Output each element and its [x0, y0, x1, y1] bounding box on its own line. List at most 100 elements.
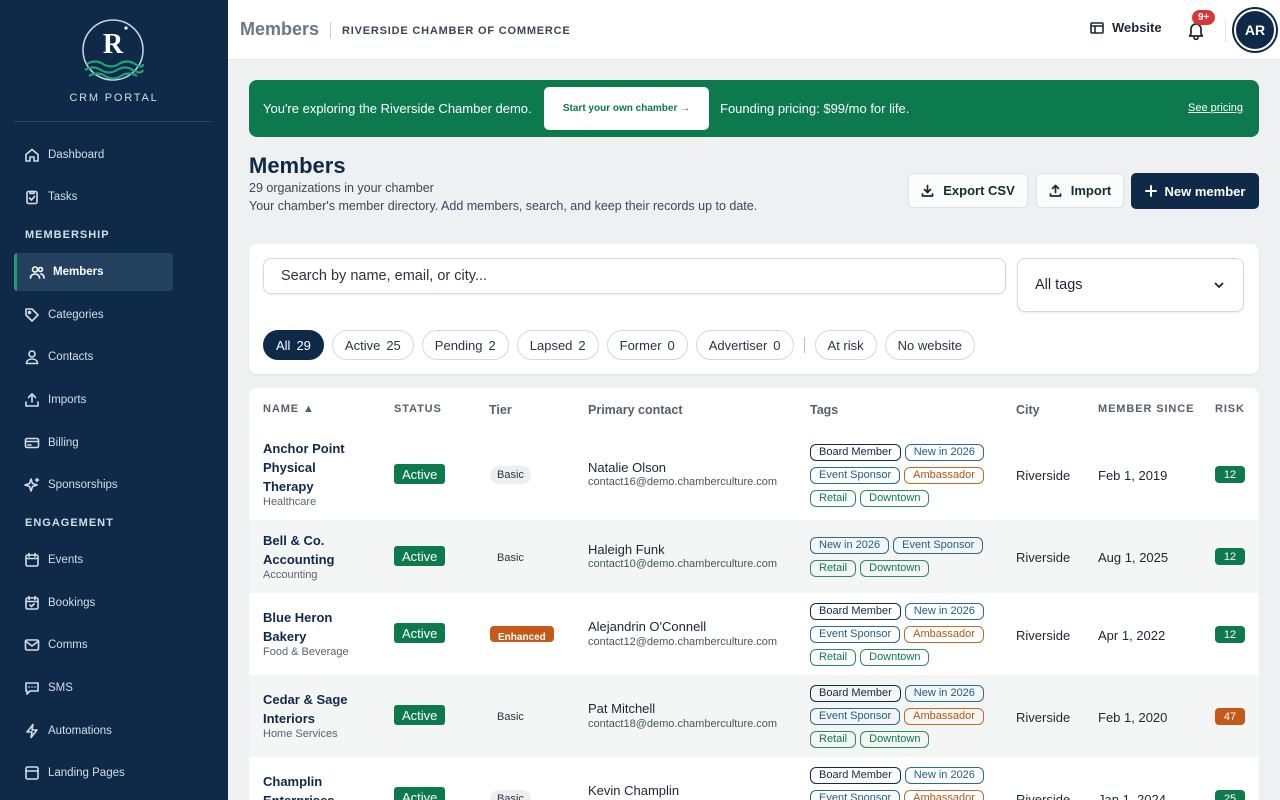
mail-icon	[24, 637, 40, 653]
chip-count: 0	[667, 337, 675, 353]
sidebar-item-categories[interactable]: Categories	[14, 296, 173, 334]
contact-name: Haleigh Funk	[588, 542, 665, 557]
column-header-primary-contact[interactable]: Primary contact	[588, 403, 682, 417]
sidebar-item-landing-pages[interactable]: Landing Pages	[14, 754, 173, 792]
sidebar-item-bookings[interactable]: Bookings	[14, 584, 173, 622]
sidebar-item-label: Tasks	[48, 191, 78, 203]
sidebar-item-sms[interactable]: SMS	[14, 669, 173, 707]
contact-email: contact18@demo.chamberculture.com	[588, 718, 778, 730]
member-name[interactable]: Anchor Point Physical Therapy	[263, 439, 363, 496]
import-button[interactable]: Import	[1036, 173, 1124, 208]
sidebar-item-label: Automations	[48, 725, 112, 737]
chip-label: Lapsed	[529, 337, 573, 353]
status-badge: Active	[394, 464, 446, 484]
top-bar: Members RIVERSIDE CHAMBER OF COMMERCE We…	[228, 0, 1280, 60]
tier-badge: Basic	[490, 790, 531, 800]
member-name[interactable]: Cedar & Sage Interiors	[263, 690, 363, 728]
sidebar-item-label: Comms	[48, 639, 88, 651]
filter-chip-active[interactable]: Active 25	[331, 330, 414, 360]
sidebar-item-contacts[interactable]: Contacts	[14, 338, 173, 376]
tag-chip: Event Sponsor	[810, 790, 901, 800]
tag-list: Board Member New in 2026 Event Sponsor A…	[810, 444, 1010, 507]
members-table: NAME ▲ STATUS Tier Primary contact Tags …	[249, 388, 1259, 800]
tag-chip: Ambassador	[904, 467, 984, 484]
member-name[interactable]: Bell & Co. Accounting	[263, 531, 363, 569]
sidebar-item-billing[interactable]: Billing	[14, 424, 173, 462]
sidebar-item-automations[interactable]: Automations	[14, 712, 173, 750]
column-header-tier[interactable]: Tier	[489, 403, 512, 417]
sidebar-item-comms[interactable]: Comms	[14, 626, 173, 664]
table-row[interactable]: Anchor Point Physical Therapy Healthcare…	[249, 428, 1259, 520]
sidebar-item-label: Members	[53, 266, 104, 278]
member-name[interactable]: Champlin Enterprises	[263, 772, 363, 800]
sidebar-item-sponsorships[interactable]: Sponsorships	[14, 466, 173, 504]
column-header-city[interactable]: City	[1016, 403, 1040, 417]
sidebar-item-dashboard[interactable]: Dashboard	[14, 136, 173, 174]
upload-icon	[1049, 184, 1062, 197]
export-csv-button[interactable]: Export CSV	[908, 173, 1028, 208]
section-membership: MEMBERSHIP	[25, 229, 110, 241]
filter-chip-advertiser[interactable]: Advertiser 0	[695, 330, 794, 360]
bolt-icon	[24, 723, 40, 739]
table-row[interactable]: Cedar & Sage Interiors Home Services Act…	[249, 675, 1259, 757]
chevron-down-icon	[1214, 282, 1224, 289]
new-member-button[interactable]: New member	[1131, 173, 1259, 209]
sidebar-item-tasks[interactable]: Tasks	[14, 178, 173, 216]
table-row[interactable]: Bell & Co. Accounting Accounting Active …	[249, 520, 1259, 593]
chip-label: Advertiser	[708, 337, 768, 353]
tag-chip: Ambassador	[904, 708, 984, 725]
filter-chip-pending[interactable]: Pending 2	[421, 330, 509, 360]
sidebar-item-label: Billing	[48, 437, 79, 449]
member-category: Home Services	[263, 728, 338, 740]
sidebar-item-members[interactable]: Members	[14, 253, 173, 291]
chip-count: 25	[386, 337, 401, 353]
page-title: Members	[249, 153, 346, 178]
table-row[interactable]: Blue Heron Bakery Food & Beverage Active…	[249, 593, 1259, 675]
tag-chip: Board Member	[810, 767, 901, 784]
top-bar-title: Members	[240, 19, 320, 39]
user-avatar[interactable]: AR	[1234, 9, 1276, 51]
start-own-chamber-button[interactable]: Start your own chamber →	[544, 87, 709, 130]
export-csv-label: Export CSV	[943, 183, 1015, 198]
tag-chip: Downtown	[860, 490, 930, 507]
filter-chip-former[interactable]: Former 0	[606, 330, 688, 360]
tag-chip: Board Member	[810, 603, 901, 620]
home-icon	[24, 147, 40, 163]
filter-chip-at-risk[interactable]: At risk	[814, 330, 877, 360]
filter-chip-all[interactable]: All 29	[263, 330, 324, 360]
layout-icon	[24, 765, 40, 781]
tag-chip: Retail	[810, 560, 857, 577]
sidebar-item-events[interactable]: Events	[14, 541, 173, 579]
page-description: Your chamber's member directory. Add mem…	[249, 199, 758, 213]
member-name[interactable]: Blue Heron Bakery	[263, 608, 363, 646]
tag-icon	[24, 307, 40, 323]
tag-list: New in 2026 Event Sponsor Retail Downtow…	[810, 537, 1010, 577]
tag-filter-value: All tags	[1035, 277, 1083, 293]
sidebar-item-imports[interactable]: Imports	[14, 381, 173, 419]
website-link[interactable]: Website	[1090, 20, 1162, 35]
filter-chip-lapsed[interactable]: Lapsed 2	[516, 330, 599, 360]
sidebar-item-label: SMS	[48, 682, 73, 694]
tag-chip: Retail	[810, 649, 857, 666]
tag-filter-select[interactable]: All tags	[1017, 258, 1244, 312]
filter-chip-no-website[interactable]: No website	[884, 330, 975, 360]
column-header-member-since[interactable]: MEMBER SINCE	[1098, 403, 1194, 415]
contact-email: contact12@demo.chamberculture.com	[588, 636, 778, 648]
demo-banner: You're exploring the Riverside Chamber d…	[249, 80, 1259, 137]
website-label: Website	[1112, 20, 1162, 35]
filter-panel: All tags All 29 Active 25 Pending 2 Lapsed 2…	[249, 244, 1259, 374]
top-bar-divider	[1225, 20, 1226, 42]
table-row[interactable]: Champlin Enterprises Active Basic Kevin …	[249, 757, 1259, 800]
see-pricing-link[interactable]: See pricing	[1188, 102, 1243, 114]
calendar-check-icon	[24, 595, 40, 611]
column-header-name[interactable]: NAME ▲	[263, 403, 315, 415]
contact-name: Natalie Olson	[588, 460, 667, 475]
city-cell: Riverside	[1016, 468, 1071, 483]
tag-list: Board Member New in 2026 Event Sponsor A…	[810, 685, 1010, 748]
column-header-risk[interactable]: RISK	[1215, 403, 1245, 415]
new-member-label: New member	[1164, 183, 1246, 199]
search-input[interactable]	[263, 258, 1006, 294]
column-header-tags[interactable]: Tags	[810, 403, 838, 417]
column-header-status[interactable]: STATUS	[394, 403, 442, 415]
tier-badge: Basic	[490, 466, 531, 484]
